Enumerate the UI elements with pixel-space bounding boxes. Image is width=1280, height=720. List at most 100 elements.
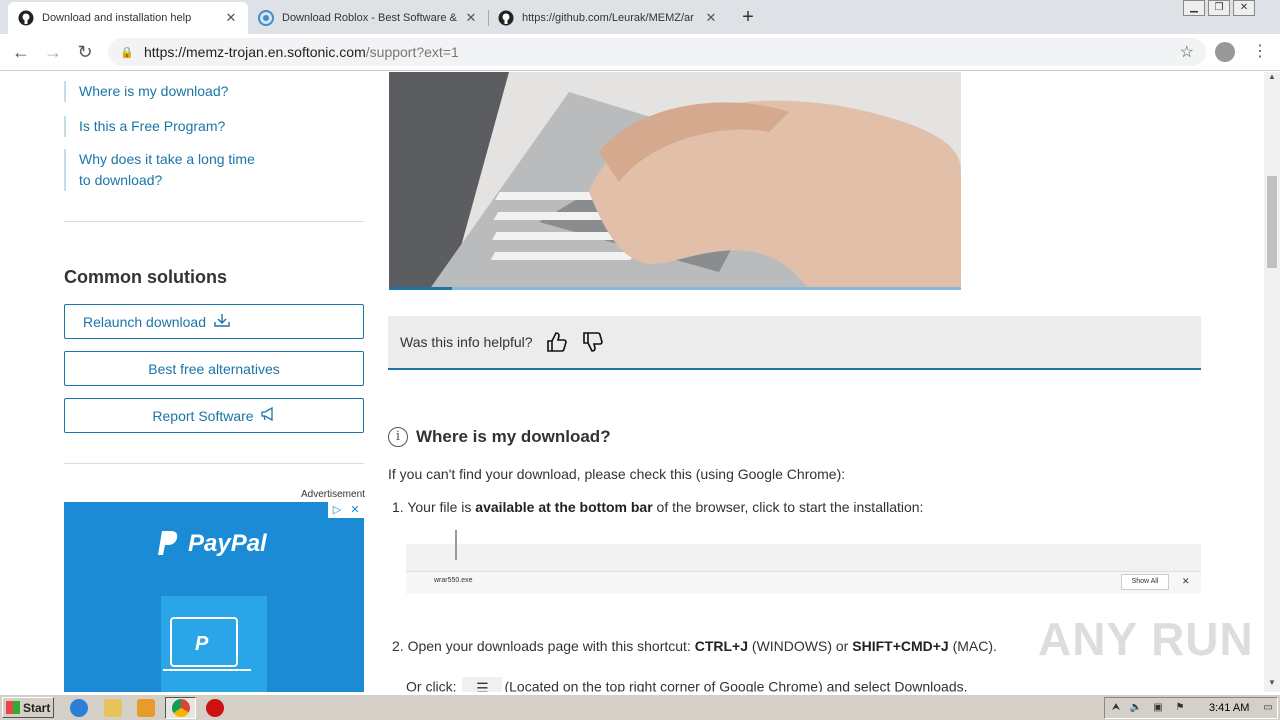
intro-text: If you can't find your download, please …: [388, 466, 846, 482]
bookmark-star-icon[interactable]: ☆: [1180, 42, 1194, 62]
chrome-icon: [172, 699, 190, 717]
relaunch-download-button[interactable]: Relaunch download: [64, 304, 364, 339]
profile-avatar-icon[interactable]: [1215, 42, 1235, 62]
paypal-brand: PayPal: [188, 530, 267, 557]
feedback-bar: Was this info helpful?: [388, 316, 1201, 370]
internet-explorer-icon[interactable]: [70, 699, 88, 717]
new-tab-button[interactable]: +: [737, 6, 759, 29]
step-1-prefix: 1. Your file is: [392, 499, 476, 515]
start-button[interactable]: Start: [2, 697, 54, 718]
step-2-text: 2. Open your downloads page with this sh…: [392, 638, 997, 654]
thumbs-up-icon[interactable]: [545, 330, 569, 354]
tab-github-memz[interactable]: https://github.com/Leurak/MEMZ/ar ✕: [488, 2, 728, 34]
video-progress-fill: [389, 287, 452, 290]
step-2-bold-1: CTRL+J: [694, 638, 749, 654]
lock-icon: 🔒: [120, 46, 134, 59]
pointer-arrow-icon: [455, 530, 457, 560]
step-2-suffix: (MAC).: [948, 638, 997, 654]
typing-video[interactable]: [389, 72, 961, 290]
restore-icon[interactable]: ❐: [1208, 0, 1230, 16]
video-progress-track[interactable]: [389, 287, 961, 290]
url-host: https://memz-trojan.en.softonic.com: [144, 44, 366, 60]
scrollbar-thumb[interactable]: [1267, 176, 1277, 268]
chrome-download-bar-screenshot: wrar550.exe Show All ✕: [406, 530, 1201, 594]
screenshot-filename: wrar550.exe: [434, 577, 473, 584]
faq-link-long-time[interactable]: Why does it take a long time to download…: [64, 149, 264, 191]
reload-icon[interactable]: ↻: [74, 41, 96, 63]
forward-arrow-icon[interactable]: →: [42, 41, 64, 63]
scroll-up-icon[interactable]: ▲: [1264, 72, 1280, 86]
report-software-button[interactable]: Report Software: [64, 398, 364, 433]
relaunch-download-label: Relaunch download: [83, 313, 206, 330]
web-page: Where is my download? Is this a Free Pro…: [0, 72, 1264, 692]
screenshot-close-icon: ✕: [1182, 576, 1190, 586]
github-icon: [498, 10, 514, 26]
menu-dots-icon[interactable]: ⋮: [1252, 41, 1268, 61]
anyrun-watermark: ANY RUN: [1038, 613, 1254, 665]
tab-close-icon[interactable]: ✕: [704, 10, 718, 26]
folder-icon[interactable]: [104, 699, 122, 717]
thumbs-down-icon[interactable]: [581, 330, 605, 354]
system-tray: ⮝ 🔈 ▣ ⚑ 3:41 AM ▭: [1104, 697, 1278, 719]
screenshot-show-all: Show All: [1121, 574, 1169, 590]
tab-title: Download Roblox - Best Software &: [282, 12, 457, 24]
step-1-suffix: of the browser, click to start the insta…: [652, 499, 924, 515]
tab-download-help[interactable]: Download and installation help ✕: [8, 2, 248, 34]
windows-flag-icon: [6, 701, 20, 714]
url-path: /support?ext=1: [365, 44, 459, 60]
laptop-illustration: P: [161, 596, 267, 692]
step-2b-prefix: Or click:: [406, 678, 461, 692]
address-bar[interactable]: 🔒 https://memz-trojan.en.softonic.com/su…: [108, 38, 1206, 66]
browser-toolbar: ← → ↻ 🔒 https://memz-trojan.en.softonic.…: [0, 34, 1280, 71]
opera-icon[interactable]: [206, 699, 224, 717]
step-1-bold: available at the bottom bar: [475, 499, 653, 515]
divider: [64, 221, 364, 222]
megaphone-icon: [260, 406, 276, 424]
page-scrollbar[interactable]: ▲ ▼: [1264, 72, 1280, 692]
step-2-bold-2: SHIFT+CMD+J: [852, 638, 949, 654]
github-icon: [18, 10, 34, 26]
scroll-down-icon[interactable]: ▼: [1264, 678, 1280, 692]
download-icon: [214, 313, 230, 330]
media-player-icon[interactable]: [137, 699, 155, 717]
faq-link-free-program[interactable]: Is this a Free Program?: [64, 116, 294, 137]
softonic-icon: [258, 10, 274, 26]
step-2-mid: (WINDOWS) or: [748, 638, 853, 654]
faq-link-where-download[interactable]: Where is my download?: [64, 81, 294, 102]
section-title: Where is my download?: [416, 427, 611, 446]
tab-roblox[interactable]: Download Roblox - Best Software & ✕: [248, 2, 488, 34]
minimize-icon[interactable]: ▁: [1183, 0, 1205, 16]
paypal-advertisement[interactable]: ▷ ✕ PayPal P: [64, 502, 364, 692]
start-label: Start: [23, 700, 51, 715]
volume-icon[interactable]: 🔈: [1129, 702, 1143, 715]
clock[interactable]: 3:41 AM: [1209, 702, 1249, 714]
tab-title: https://github.com/Leurak/MEMZ/ar: [522, 12, 694, 24]
step-2-prefix: 2. Open your downloads page with this sh…: [392, 638, 695, 654]
paypal-logo-icon: [156, 529, 180, 562]
adchoices-icon[interactable]: ▷ ✕: [328, 502, 364, 518]
best-alternatives-label: Best free alternatives: [148, 360, 280, 377]
back-arrow-icon[interactable]: ←: [10, 41, 32, 63]
info-icon: i: [388, 427, 408, 447]
action-center-flag-icon[interactable]: ⚑: [1173, 702, 1187, 715]
tab-strip: Download and installation help ✕ Downloa…: [0, 0, 1280, 34]
tray-expand-icon[interactable]: ⮝: [1109, 702, 1123, 715]
advertisement-label: Advertisement: [301, 489, 365, 500]
network-icon[interactable]: ▣: [1151, 702, 1165, 715]
windows-taskbar: Start ⮝ 🔈 ▣ ⚑ 3:41 AM ▭: [0, 694, 1280, 720]
common-solutions-title: Common solutions: [64, 267, 227, 287]
download-bar: [406, 571, 1201, 594]
report-software-label: Report Software: [152, 407, 254, 424]
tab-close-icon[interactable]: ✕: [464, 10, 478, 26]
svg-text:P: P: [195, 633, 209, 655]
laptop-typing-image: [389, 72, 961, 290]
close-window-icon[interactable]: ✕: [1233, 0, 1255, 16]
step-2b-suffix: (Located on the top right corner of Goog…: [504, 678, 968, 692]
hamburger-menu-icon: ☰: [462, 677, 503, 692]
best-alternatives-button[interactable]: Best free alternatives: [64, 351, 364, 386]
divider: [64, 463, 364, 464]
tab-close-icon[interactable]: ✕: [224, 10, 238, 26]
feedback-question: Was this info helpful?: [400, 334, 533, 350]
window-controls: ▁ ❐ ✕: [1180, 0, 1255, 18]
show-desktop-icon[interactable]: ▭: [1261, 702, 1275, 715]
